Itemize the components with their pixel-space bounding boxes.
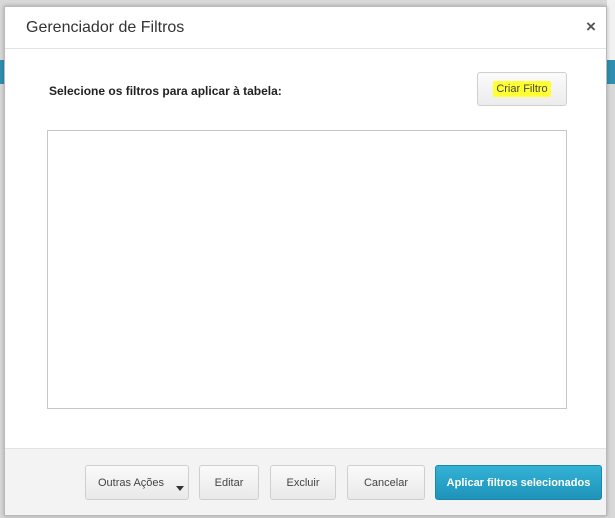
- close-icon[interactable]: ×: [583, 18, 599, 36]
- dialog-title: Gerenciador de Filtros: [26, 19, 185, 36]
- backdrop-panel-right: [607, 0, 615, 60]
- other-actions-button[interactable]: Outras Ações: [85, 465, 189, 500]
- dialog-header: Gerenciador de Filtros ×: [5, 7, 606, 49]
- edit-button[interactable]: Editar: [199, 465, 259, 500]
- instruction-text: Selecione os filtros para aplicar à tabe…: [49, 84, 282, 98]
- cancel-button[interactable]: Cancelar: [347, 465, 425, 500]
- create-filter-button[interactable]: Criar Filtro: [477, 72, 567, 106]
- dialog-footer: Outras Ações Editar Excluir Cancelar Apl…: [5, 448, 606, 515]
- create-filter-label: Criar Filtro: [493, 81, 551, 97]
- backdrop-accent-right: [607, 60, 615, 84]
- other-actions-label: Outras Ações: [98, 476, 165, 489]
- filter-manager-dialog: Gerenciador de Filtros × Selecione os fi…: [4, 6, 607, 516]
- caret-down-icon: [176, 486, 184, 491]
- filters-list[interactable]: [47, 130, 567, 409]
- apply-selected-filters-button[interactable]: Aplicar filtros selecionados: [435, 465, 602, 500]
- delete-button[interactable]: Excluir: [270, 465, 336, 500]
